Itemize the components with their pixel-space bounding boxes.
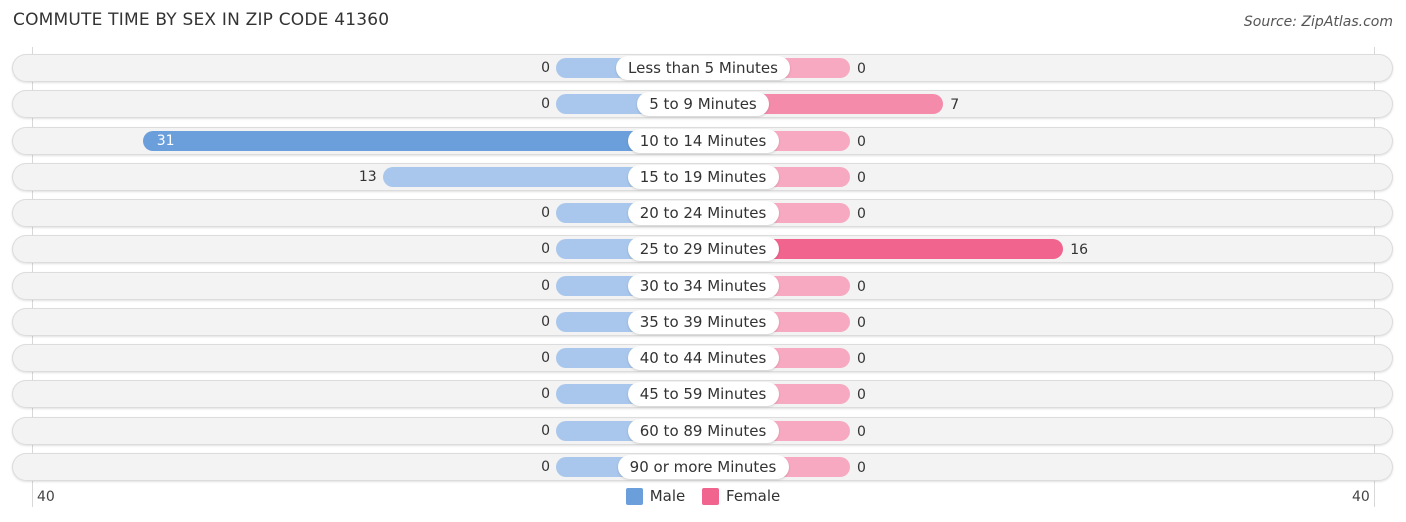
legend-item-female[interactable]: Female bbox=[702, 487, 780, 505]
value-label-female: 0 bbox=[857, 387, 866, 404]
category-label: 5 to 9 Minutes bbox=[637, 92, 769, 117]
category-label: 35 to 39 Minutes bbox=[627, 309, 779, 334]
bar-male[interactable] bbox=[142, 130, 703, 151]
value-label-female: 0 bbox=[857, 133, 866, 150]
value-label-male: 31 bbox=[156, 132, 175, 149]
legend-swatch-male bbox=[625, 487, 643, 505]
legend-item-male[interactable]: Male bbox=[625, 487, 686, 505]
category-label: 30 to 34 Minutes bbox=[627, 273, 779, 298]
value-label-female: 0 bbox=[857, 169, 866, 186]
category-label: 15 to 19 Minutes bbox=[627, 164, 779, 189]
category-label: 40 to 44 Minutes bbox=[627, 346, 779, 371]
category-label: 25 to 29 Minutes bbox=[627, 237, 779, 262]
value-label-female: 0 bbox=[857, 351, 866, 368]
legend: Male Female bbox=[0, 487, 1406, 509]
value-label-male: 0 bbox=[541, 422, 550, 439]
value-label-female: 0 bbox=[857, 314, 866, 331]
value-label-male: 13 bbox=[358, 168, 377, 185]
category-label: 90 or more Minutes bbox=[617, 454, 789, 479]
legend-swatch-female bbox=[702, 487, 720, 505]
category-label: 10 to 14 Minutes bbox=[627, 128, 779, 153]
value-label-male: 0 bbox=[541, 350, 550, 367]
category-label: 60 to 89 Minutes bbox=[627, 418, 779, 443]
value-label-male: 0 bbox=[541, 458, 550, 475]
category-label: Less than 5 Minutes bbox=[616, 56, 790, 80]
value-label-female: 16 bbox=[1070, 242, 1089, 259]
category-label: 20 to 24 Minutes bbox=[627, 201, 779, 226]
legend-label-male: Male bbox=[649, 487, 686, 505]
value-label-female: 0 bbox=[857, 459, 866, 476]
value-label-female: 0 bbox=[857, 61, 866, 77]
source-label: Source: ZipAtlas.com bbox=[1243, 14, 1393, 30]
value-label-female: 7 bbox=[950, 97, 960, 114]
value-label-male: 0 bbox=[541, 313, 550, 330]
chart-title: COMMUTE TIME BY SEX IN ZIP CODE 41360 bbox=[13, 10, 390, 30]
value-label-female: 0 bbox=[857, 206, 866, 223]
value-label-male: 0 bbox=[541, 96, 550, 113]
legend-label-female: Female bbox=[726, 487, 781, 505]
category-label: 45 to 59 Minutes bbox=[627, 382, 779, 407]
value-label-male: 0 bbox=[541, 60, 550, 76]
value-label-male: 0 bbox=[541, 277, 550, 294]
value-label-male: 0 bbox=[541, 241, 550, 258]
value-label-female: 0 bbox=[857, 278, 866, 295]
value-label-female: 0 bbox=[857, 423, 866, 440]
value-label-male: 0 bbox=[541, 386, 550, 403]
value-label-male: 0 bbox=[541, 205, 550, 222]
